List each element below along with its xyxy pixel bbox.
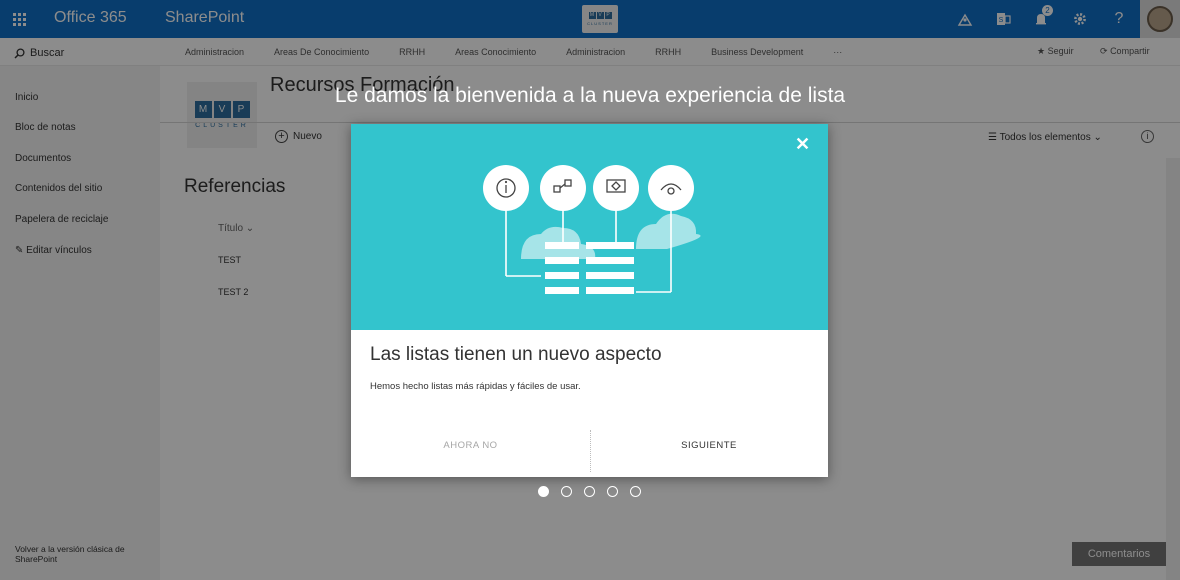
- page-dot[interactable]: [561, 486, 572, 497]
- dialog-title: Las listas tienen un nuevo aspecto: [370, 344, 662, 365]
- lists-illustration: [483, 165, 701, 294]
- dialog-illustration: ✕: [351, 124, 828, 330]
- page-indicator: [538, 486, 641, 497]
- page-dot[interactable]: [584, 486, 595, 497]
- page-dot[interactable]: [538, 486, 549, 497]
- page-dot[interactable]: [630, 486, 641, 497]
- page-dot[interactable]: [607, 486, 618, 497]
- dialog-description: Hemos hecho listas más rápidas y fáciles…: [370, 381, 581, 392]
- button-divider: [590, 430, 591, 472]
- welcome-dialog: ✕ Las listas tienen un nuevo aspecto Hem…: [351, 124, 828, 477]
- welcome-heading: Le damos la bienvenida a la nueva experi…: [334, 84, 846, 107]
- not-now-button[interactable]: AHORA NO: [351, 440, 590, 451]
- close-button[interactable]: ✕: [795, 134, 810, 155]
- next-button[interactable]: SIGUIENTE: [590, 440, 828, 451]
